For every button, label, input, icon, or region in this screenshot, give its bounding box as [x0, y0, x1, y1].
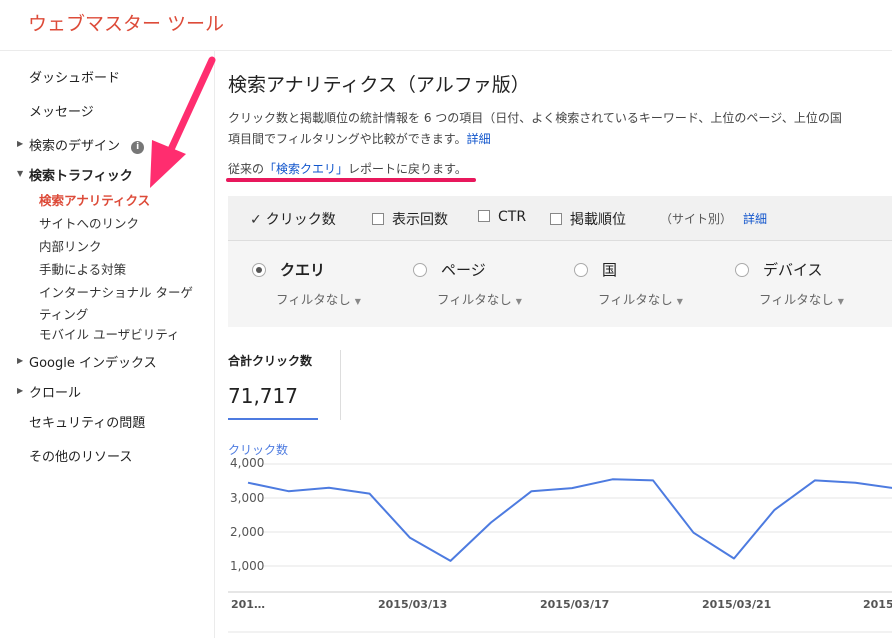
clicks-series-line	[247, 478, 892, 562]
y-tick-label: 1,000	[230, 559, 265, 573]
x-tick-label: 2015/03/13	[378, 598, 448, 611]
x-tick-label: 2015/03/17	[540, 598, 610, 611]
y-tick-label: 4,000	[230, 456, 265, 470]
x-tick-label: 2015	[863, 598, 892, 611]
y-tick-label: 2,000	[230, 525, 265, 539]
clicks-line-chart	[228, 463, 892, 633]
x-tick-label: 201…	[231, 598, 265, 611]
y-tick-label: 3,000	[230, 491, 265, 505]
x-tick-label: 2015/03/21	[702, 598, 772, 611]
